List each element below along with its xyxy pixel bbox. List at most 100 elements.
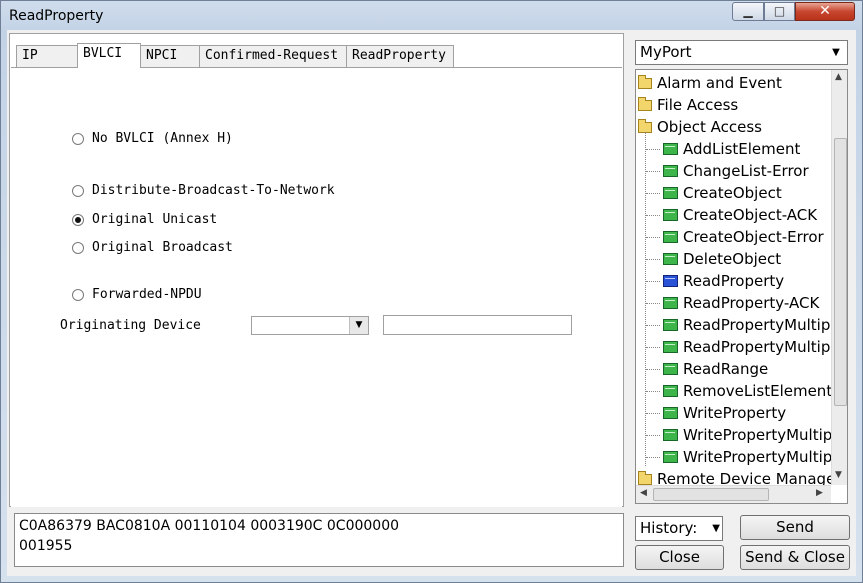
bvlci-tab-body: No BVLCI (Annex H) Distribute-Broadcast-…: [11, 67, 622, 507]
radio-distribute-broadcast[interactable]: Distribute-Broadcast-To-Network: [72, 183, 335, 198]
tree-service-readpropertymultiple-ack[interactable]: ReadPropertyMultip: [646, 336, 830, 358]
hex-line-2: 001955: [19, 538, 73, 554]
tree-vertical-scrollbar[interactable]: ▲ ▼: [831, 70, 847, 485]
originating-device-select[interactable]: ▼: [251, 316, 369, 335]
tree-item-label: CreateObject-ACK: [683, 206, 818, 224]
tree-item-label: ReadPropertyMultip: [683, 316, 831, 334]
scroll-thumb[interactable]: [834, 138, 847, 406]
tree-item-label: Alarm and Event: [657, 74, 782, 92]
tab-ip[interactable]: IP: [16, 45, 78, 67]
tree-item-label: WriteProperty: [683, 404, 787, 422]
tree-connector: [646, 456, 660, 458]
tree-service-createobject-ack[interactable]: CreateObject-ACK: [646, 204, 817, 226]
history-select-label: History:: [640, 519, 698, 537]
tree-folder-object-access[interactable]: Object Access: [638, 116, 762, 138]
port-select-value: MyPort: [640, 43, 692, 61]
scroll-down-icon[interactable]: ▼: [835, 470, 842, 480]
send-button[interactable]: Send: [740, 515, 850, 540]
tree-connector: [646, 368, 660, 370]
radio-forwarded-npdu-label: Forwarded-NPDU: [92, 287, 202, 302]
tree-connector: [646, 236, 660, 238]
tree-connector: [646, 302, 660, 304]
tree-connector: [646, 390, 660, 392]
scroll-right-icon[interactable]: ▶: [816, 488, 823, 498]
maximize-button[interactable]: □: [764, 2, 795, 21]
service-icon: [663, 407, 678, 419]
radio-original-broadcast[interactable]: Original Broadcast: [72, 240, 233, 255]
close-icon: ✕: [819, 3, 831, 19]
tree-service-writepropertymultiple-error[interactable]: WritePropertyMultip: [646, 446, 832, 468]
maximize-icon: □: [773, 4, 786, 18]
tree-connector: [646, 324, 660, 326]
tree-service-readrange[interactable]: ReadRange: [646, 358, 768, 380]
scroll-up-icon[interactable]: ▲: [835, 72, 842, 82]
send-and-close-button[interactable]: Send & Close: [740, 545, 850, 570]
service-icon: [663, 297, 678, 309]
tree-service-writepropertymultiple[interactable]: WritePropertyMultip: [646, 424, 832, 446]
tree-service-readproperty-ack[interactable]: ReadProperty-ACK: [646, 292, 819, 314]
radio-indicator-checked: [72, 213, 84, 226]
title-bar[interactable]: ReadProperty ▁ □ ✕: [1, 1, 862, 31]
service-icon: [663, 319, 678, 331]
tab-panel: IP BVLCI NPCI Confirmed-Request ReadProp…: [9, 33, 624, 507]
tab-ip-label: IP: [22, 48, 38, 63]
service-selected-icon: [663, 275, 678, 287]
tree-service-addlistelement[interactable]: AddListElement: [646, 138, 800, 160]
tree-horizontal-scrollbar[interactable]: ◀ ▶: [636, 485, 831, 503]
radio-distribute-broadcast-label: Distribute-Broadcast-To-Network: [92, 183, 335, 198]
radio-no-bvlci[interactable]: No BVLCI (Annex H): [72, 131, 233, 146]
tab-npci[interactable]: NPCI: [140, 45, 200, 67]
scroll-left-icon[interactable]: ◀: [640, 488, 647, 498]
hex-output[interactable]: C0A86379 BAC0810A 00110104 0003190C 0C00…: [14, 513, 624, 567]
tab-confirmed-request[interactable]: Confirmed-Request: [199, 45, 347, 67]
tree-item-label: ReadRange: [683, 360, 769, 378]
tree-folder-file-access[interactable]: File Access: [638, 94, 738, 116]
tree-service-readpropertymultiple[interactable]: ReadPropertyMultip: [646, 314, 830, 336]
service-icon: [663, 451, 678, 463]
service-icon: [663, 165, 678, 177]
tree-service-writeproperty[interactable]: WriteProperty: [646, 402, 786, 424]
tree-item-label: CreateObject: [683, 184, 782, 202]
hex-line-1: C0A86379 BAC0810A 00110104 0003190C 0C00…: [19, 518, 400, 534]
folder-icon: [638, 470, 652, 485]
close-window-button[interactable]: ✕: [795, 2, 855, 21]
radio-no-bvlci-label: No BVLCI (Annex H): [92, 131, 233, 146]
originating-device-label: Originating Device: [60, 318, 201, 333]
originating-device-address-field[interactable]: [383, 315, 572, 335]
service-tree[interactable]: Alarm and Event File Access Object Acces…: [635, 69, 848, 504]
service-icon: [663, 429, 678, 441]
tree-service-deleteobject[interactable]: DeleteObject: [646, 248, 781, 270]
tree-connector: [646, 346, 660, 348]
window-title: ReadProperty: [9, 8, 104, 24]
tree-connector: [646, 258, 660, 260]
history-select[interactable]: History: ▼: [635, 516, 723, 541]
service-icon: [663, 187, 678, 199]
folder-icon: [638, 96, 652, 111]
tree-item-label: ChangeList-Error: [683, 162, 809, 180]
tree-item-label: ReadProperty-ACK: [683, 294, 820, 312]
close-button[interactable]: Close: [635, 545, 724, 570]
tree-service-readproperty[interactable]: ReadProperty: [646, 270, 784, 292]
tree-item-label: ReadPropertyMultip: [683, 338, 831, 356]
tab-bvlci-label: BVLCI: [83, 46, 123, 61]
tree-service-changelist-error[interactable]: ChangeList-Error: [646, 160, 809, 182]
port-select[interactable]: MyPort ▼: [635, 40, 848, 65]
service-icon: [663, 341, 678, 353]
tree-service-removelistelement[interactable]: RemoveListElement: [646, 380, 832, 402]
tree-item-label: DeleteObject: [683, 250, 782, 268]
radio-original-unicast[interactable]: Original Unicast: [72, 212, 217, 227]
tree-connector: [646, 214, 660, 216]
service-icon: [663, 385, 678, 397]
tree-service-createobject[interactable]: CreateObject: [646, 182, 782, 204]
tab-readproperty[interactable]: ReadProperty: [346, 45, 454, 67]
minimize-button[interactable]: ▁: [732, 2, 764, 21]
tab-bvlci[interactable]: BVLCI: [77, 43, 141, 68]
tree-folder-alarm-and-event[interactable]: Alarm and Event: [638, 72, 782, 94]
radio-forwarded-npdu[interactable]: Forwarded-NPDU: [72, 287, 202, 302]
folder-open-icon: [638, 118, 652, 133]
tree-item-label: CreateObject-Error: [683, 228, 824, 246]
tab-npci-label: NPCI: [146, 48, 178, 63]
tree-service-createobject-error[interactable]: CreateObject-Error: [646, 226, 824, 248]
scroll-thumb[interactable]: [653, 488, 769, 501]
service-icon: [663, 253, 678, 265]
